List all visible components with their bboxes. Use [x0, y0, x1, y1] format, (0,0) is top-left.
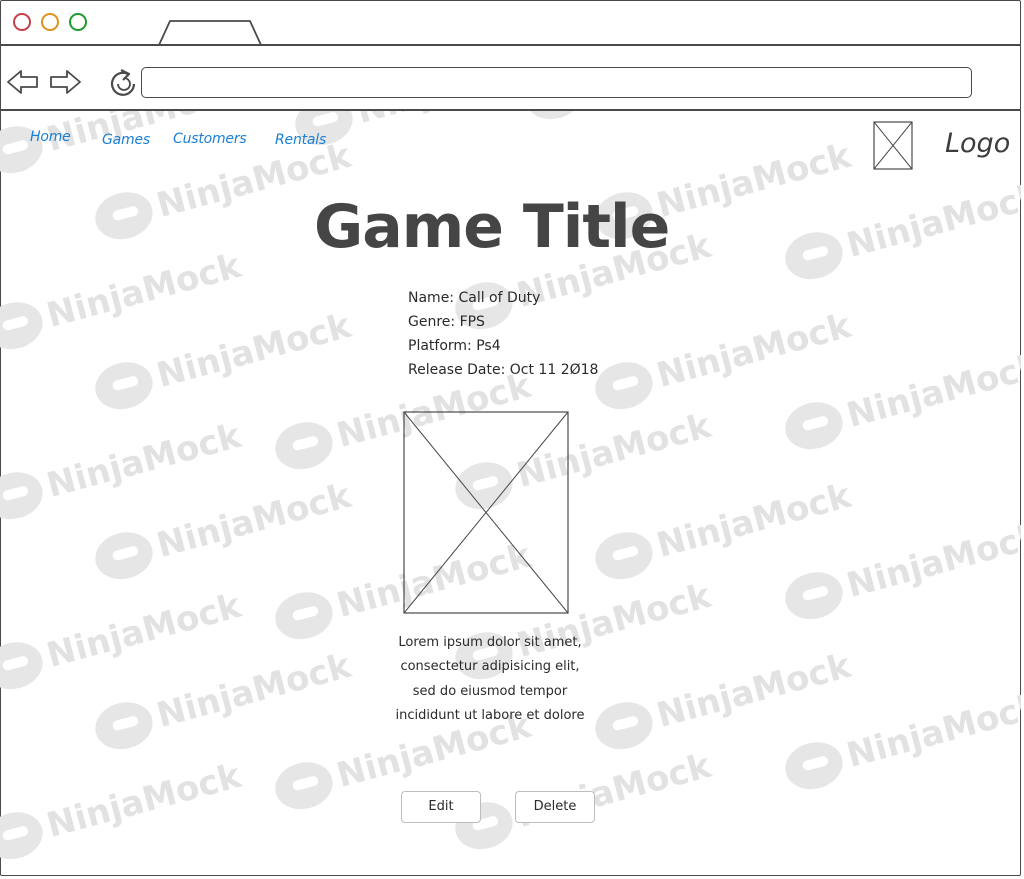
- nav-link-customers[interactable]: Customers: [173, 131, 247, 147]
- back-arrow-icon[interactable]: [6, 66, 40, 98]
- title-bar-divider: [0, 44, 1021, 46]
- logo-image-placeholder: [873, 121, 913, 170]
- detail-genre: Genre: FPS: [408, 314, 485, 330]
- close-window-button[interactable]: [13, 13, 31, 31]
- detail-platform: Platform: Ps4: [408, 338, 501, 354]
- detail-release-date: Release Date: Oct 11 2Ø18: [408, 362, 599, 378]
- browser-tab[interactable]: [158, 20, 262, 46]
- title-bar: [0, 0, 1024, 46]
- nav-link-rentals[interactable]: Rentals: [275, 132, 326, 148]
- maximize-window-button[interactable]: [69, 13, 87, 31]
- address-bar[interactable]: [141, 67, 972, 98]
- forward-arrow-icon[interactable]: [48, 66, 82, 98]
- logo-text: Logo: [945, 128, 1011, 159]
- edit-button[interactable]: Edit: [401, 791, 481, 823]
- detail-name: Name: Call of Duty: [408, 290, 541, 306]
- game-description: Lorem ipsum dolor sit amet, consectetur …: [395, 635, 585, 724]
- page-title: Game Title: [314, 192, 670, 262]
- delete-button[interactable]: Delete: [515, 791, 595, 823]
- reload-icon[interactable]: [106, 65, 140, 97]
- nav-link-games[interactable]: Games: [102, 132, 150, 148]
- toolbar-divider: [0, 109, 1021, 111]
- game-cover-image-placeholder: [403, 411, 569, 614]
- minimize-window-button[interactable]: [41, 13, 59, 31]
- nav-link-home[interactable]: Home: [30, 129, 71, 145]
- game-details: Name: Call of Duty Genre: FPS Platform: …: [408, 286, 598, 382]
